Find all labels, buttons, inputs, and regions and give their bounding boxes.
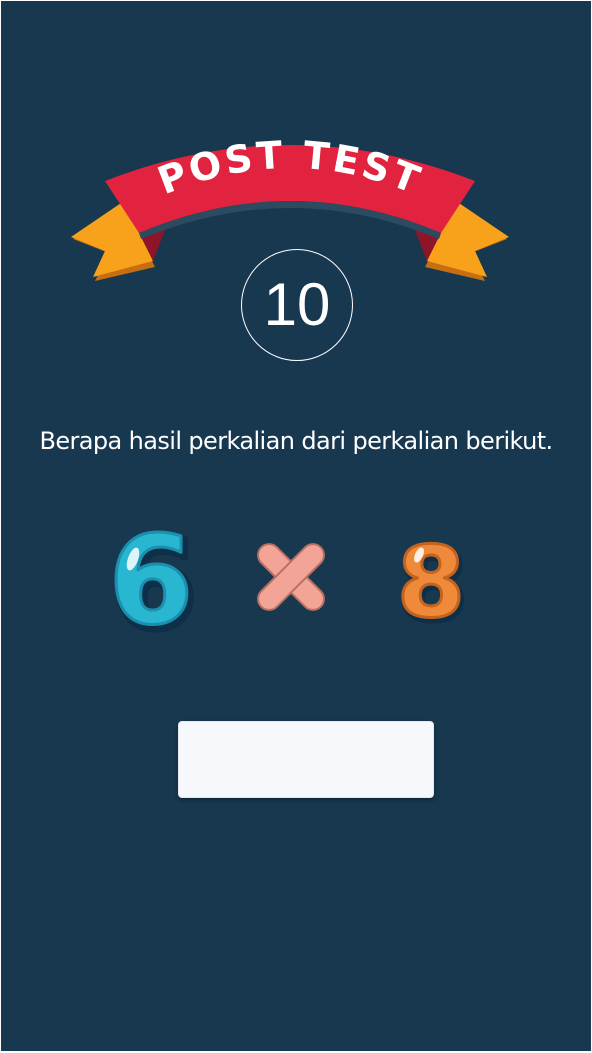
answer-input[interactable] xyxy=(178,721,434,798)
operand-right: 8 xyxy=(397,531,465,627)
question-number: 10 xyxy=(263,271,331,338)
post-test-screen: POST TEST 10 Berapa hasil perkalian dari… xyxy=(1,1,591,1051)
operand-left: 6 xyxy=(109,521,194,641)
multiply-sign-icon: × xyxy=(257,543,325,611)
bubble-digit-eight-icon: 8 8 xyxy=(395,531,467,627)
bubble-digit-six-icon: 6 6 xyxy=(107,521,197,641)
question-number-badge: 10 xyxy=(241,249,353,361)
question-prompt: Berapa hasil perkalian dari perkalian be… xyxy=(39,427,553,455)
